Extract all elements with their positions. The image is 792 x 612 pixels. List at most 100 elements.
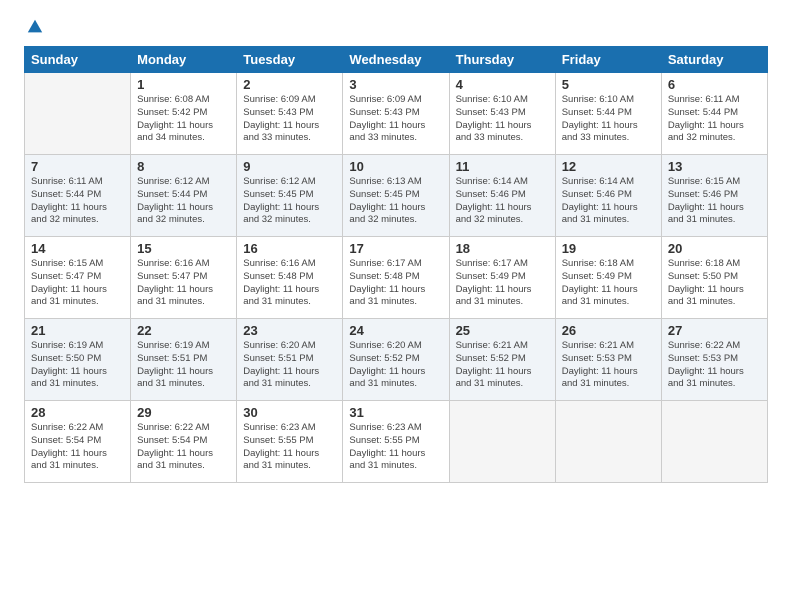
calendar-cell: 9 Sunrise: 6:12 AM Sunset: 5:45 PM Daylig…	[237, 155, 343, 237]
calendar-cell: 28 Sunrise: 6:22 AM Sunset: 5:54 PM Dayli…	[25, 401, 131, 483]
day-number: 16	[243, 241, 336, 256]
calendar-cell: 12 Sunrise: 6:14 AM Sunset: 5:46 PM Dayli…	[555, 155, 661, 237]
calendar-week-1: 1 Sunrise: 6:08 AM Sunset: 5:42 PM Daylig…	[25, 73, 768, 155]
page: SundayMondayTuesdayWednesdayThursdayFrid…	[0, 0, 792, 612]
day-number: 24	[349, 323, 442, 338]
calendar-header-sunday: Sunday	[25, 47, 131, 73]
calendar-cell	[449, 401, 555, 483]
calendar-cell: 2 Sunrise: 6:09 AM Sunset: 5:43 PM Daylig…	[237, 73, 343, 155]
day-number: 31	[349, 405, 442, 420]
day-info: Sunrise: 6:23 AM Sunset: 5:55 PM Dayligh…	[349, 422, 442, 473]
day-number: 4	[456, 77, 549, 92]
day-info: Sunrise: 6:22 AM Sunset: 5:54 PM Dayligh…	[31, 422, 124, 473]
day-info: Sunrise: 6:16 AM Sunset: 5:47 PM Dayligh…	[137, 258, 230, 309]
day-info: Sunrise: 6:12 AM Sunset: 5:44 PM Dayligh…	[137, 176, 230, 227]
day-number: 8	[137, 159, 230, 174]
day-info: Sunrise: 6:09 AM Sunset: 5:43 PM Dayligh…	[349, 94, 442, 145]
day-number: 10	[349, 159, 442, 174]
day-info: Sunrise: 6:17 AM Sunset: 5:48 PM Dayligh…	[349, 258, 442, 309]
calendar-cell: 31 Sunrise: 6:23 AM Sunset: 5:55 PM Dayli…	[343, 401, 449, 483]
day-number: 7	[31, 159, 124, 174]
calendar-cell: 15 Sunrise: 6:16 AM Sunset: 5:47 PM Dayli…	[131, 237, 237, 319]
day-info: Sunrise: 6:16 AM Sunset: 5:48 PM Dayligh…	[243, 258, 336, 309]
calendar-week-4: 21Sunrise: 6:19 AM Sunset: 5:50 PM Dayli…	[25, 319, 768, 401]
day-info: Sunrise: 6:13 AM Sunset: 5:45 PM Dayligh…	[349, 176, 442, 227]
calendar-cell: 7 Sunrise: 6:11 AM Sunset: 5:44 PM Daylig…	[25, 155, 131, 237]
calendar-cell: 25 Sunrise: 6:21 AM Sunset: 5:52 PM Dayli…	[449, 319, 555, 401]
day-number: 12	[562, 159, 655, 174]
day-number: 15	[137, 241, 230, 256]
day-number: 3	[349, 77, 442, 92]
day-info: Sunrise: 6:20 AM Sunset: 5:52 PM Dayligh…	[349, 340, 442, 391]
day-info: Sunrise: 6:18 AM Sunset: 5:50 PM Dayligh…	[668, 258, 761, 309]
day-number: 9	[243, 159, 336, 174]
day-info: Sunrise: 6:19 AM Sunset: 5:51 PM Dayligh…	[137, 340, 230, 391]
day-info: Sunrise: 6:23 AM Sunset: 5:55 PM Dayligh…	[243, 422, 336, 473]
day-number: 18	[456, 241, 549, 256]
calendar-header-row: SundayMondayTuesdayWednesdayThursdayFrid…	[25, 47, 768, 73]
calendar-cell: 6Sunrise: 6:11 AM Sunset: 5:44 PM Daylig…	[661, 73, 767, 155]
day-info: Sunrise: 6:15 AM Sunset: 5:46 PM Dayligh…	[668, 176, 761, 227]
day-number: 28	[31, 405, 124, 420]
day-number: 29	[137, 405, 230, 420]
calendar-header-tuesday: Tuesday	[237, 47, 343, 73]
day-number: 27	[668, 323, 761, 338]
day-info: Sunrise: 6:12 AM Sunset: 5:45 PM Dayligh…	[243, 176, 336, 227]
day-info: Sunrise: 6:21 AM Sunset: 5:53 PM Dayligh…	[562, 340, 655, 391]
day-number: 26	[562, 323, 655, 338]
calendar-cell	[661, 401, 767, 483]
day-info: Sunrise: 6:19 AM Sunset: 5:50 PM Dayligh…	[31, 340, 124, 391]
calendar-header-friday: Friday	[555, 47, 661, 73]
day-info: Sunrise: 6:10 AM Sunset: 5:44 PM Dayligh…	[562, 94, 655, 145]
day-number: 17	[349, 241, 442, 256]
day-info: Sunrise: 6:17 AM Sunset: 5:49 PM Dayligh…	[456, 258, 549, 309]
calendar-cell: 8 Sunrise: 6:12 AM Sunset: 5:44 PM Daylig…	[131, 155, 237, 237]
day-info: Sunrise: 6:14 AM Sunset: 5:46 PM Dayligh…	[562, 176, 655, 227]
calendar-cell: 26 Sunrise: 6:21 AM Sunset: 5:53 PM Dayli…	[555, 319, 661, 401]
day-number: 2	[243, 77, 336, 92]
calendar-header-thursday: Thursday	[449, 47, 555, 73]
calendar-cell: 18 Sunrise: 6:17 AM Sunset: 5:49 PM Dayli…	[449, 237, 555, 319]
calendar-cell: 13Sunrise: 6:15 AM Sunset: 5:46 PM Dayli…	[661, 155, 767, 237]
day-number: 5	[562, 77, 655, 92]
calendar-cell: 16 Sunrise: 6:16 AM Sunset: 5:48 PM Dayli…	[237, 237, 343, 319]
day-info: Sunrise: 6:20 AM Sunset: 5:51 PM Dayligh…	[243, 340, 336, 391]
calendar-cell: 4 Sunrise: 6:10 AM Sunset: 5:43 PM Daylig…	[449, 73, 555, 155]
day-info: Sunrise: 6:11 AM Sunset: 5:44 PM Dayligh…	[31, 176, 124, 227]
calendar-cell: 11Sunrise: 6:14 AM Sunset: 5:46 PM Dayli…	[449, 155, 555, 237]
day-number: 25	[456, 323, 549, 338]
day-number: 20	[668, 241, 761, 256]
calendar-week-5: 28 Sunrise: 6:22 AM Sunset: 5:54 PM Dayli…	[25, 401, 768, 483]
day-info: Sunrise: 6:14 AM Sunset: 5:46 PM Dayligh…	[456, 176, 549, 227]
day-info: Sunrise: 6:11 AM Sunset: 5:44 PM Dayligh…	[668, 94, 761, 145]
calendar-cell: 5 Sunrise: 6:10 AM Sunset: 5:44 PM Daylig…	[555, 73, 661, 155]
calendar-cell: 3 Sunrise: 6:09 AM Sunset: 5:43 PM Daylig…	[343, 73, 449, 155]
day-number: 1	[137, 77, 230, 92]
calendar-header-saturday: Saturday	[661, 47, 767, 73]
calendar-cell: 21Sunrise: 6:19 AM Sunset: 5:50 PM Dayli…	[25, 319, 131, 401]
calendar-header-wednesday: Wednesday	[343, 47, 449, 73]
calendar-cell: 22 Sunrise: 6:19 AM Sunset: 5:51 PM Dayli…	[131, 319, 237, 401]
day-number: 14	[31, 241, 124, 256]
day-number: 30	[243, 405, 336, 420]
calendar-cell: 1 Sunrise: 6:08 AM Sunset: 5:42 PM Daylig…	[131, 73, 237, 155]
day-info: Sunrise: 6:22 AM Sunset: 5:53 PM Dayligh…	[668, 340, 761, 391]
day-info: Sunrise: 6:18 AM Sunset: 5:49 PM Dayligh…	[562, 258, 655, 309]
calendar-cell	[555, 401, 661, 483]
calendar: SundayMondayTuesdayWednesdayThursdayFrid…	[24, 46, 768, 483]
calendar-cell: 10 Sunrise: 6:13 AM Sunset: 5:45 PM Dayli…	[343, 155, 449, 237]
day-info: Sunrise: 6:10 AM Sunset: 5:43 PM Dayligh…	[456, 94, 549, 145]
logo-icon	[26, 18, 44, 36]
calendar-cell: 30 Sunrise: 6:23 AM Sunset: 5:55 PM Dayli…	[237, 401, 343, 483]
calendar-week-2: 7 Sunrise: 6:11 AM Sunset: 5:44 PM Daylig…	[25, 155, 768, 237]
day-info: Sunrise: 6:22 AM Sunset: 5:54 PM Dayligh…	[137, 422, 230, 473]
calendar-cell: 29 Sunrise: 6:22 AM Sunset: 5:54 PM Dayli…	[131, 401, 237, 483]
day-info: Sunrise: 6:21 AM Sunset: 5:52 PM Dayligh…	[456, 340, 549, 391]
day-info: Sunrise: 6:08 AM Sunset: 5:42 PM Dayligh…	[137, 94, 230, 145]
calendar-cell: 24 Sunrise: 6:20 AM Sunset: 5:52 PM Dayli…	[343, 319, 449, 401]
day-info: Sunrise: 6:09 AM Sunset: 5:43 PM Dayligh…	[243, 94, 336, 145]
calendar-cell: 20 Sunrise: 6:18 AM Sunset: 5:50 PM Dayli…	[661, 237, 767, 319]
day-number: 22	[137, 323, 230, 338]
calendar-cell: 27 Sunrise: 6:22 AM Sunset: 5:53 PM Dayli…	[661, 319, 767, 401]
header	[24, 18, 768, 36]
